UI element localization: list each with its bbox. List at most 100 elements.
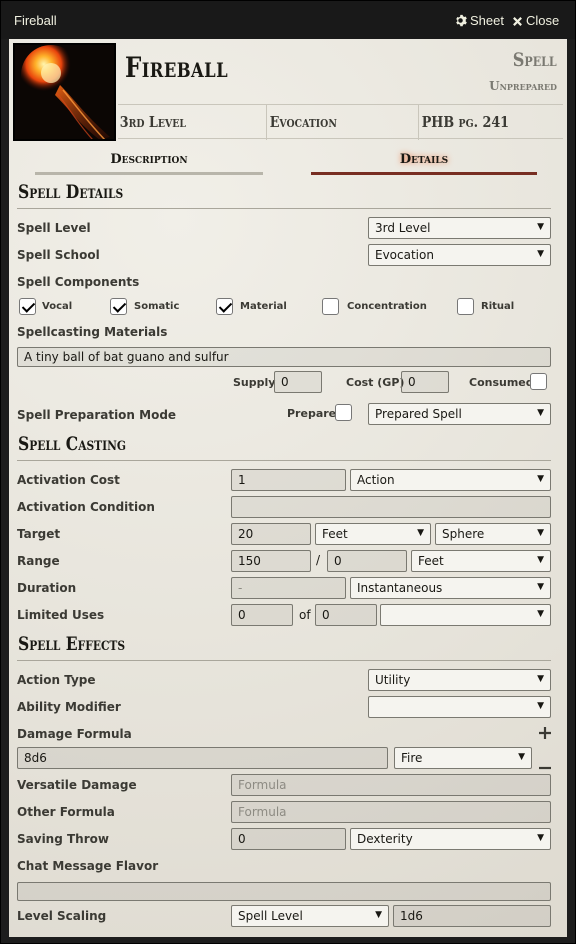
- fireball-image: [15, 45, 114, 139]
- item-portrait[interactable]: [13, 43, 116, 141]
- range-value-input[interactable]: 150: [231, 550, 311, 572]
- plus-icon: [539, 727, 551, 739]
- dropdown-arrow-icon: ▼: [537, 674, 544, 684]
- range-separator: /: [316, 553, 321, 567]
- uses-per-select[interactable]: ▼: [380, 604, 551, 626]
- damage-formula-input[interactable]: 8d6: [17, 747, 388, 769]
- sheet-content: Fireball Spell Unprepared 3rd Level Evoc…: [9, 39, 567, 937]
- activation-condition-input[interactable]: [231, 496, 551, 518]
- duration-value-input[interactable]: -: [231, 577, 346, 599]
- materials-input[interactable]: A tiny ball of bat guano and sulfur: [17, 347, 551, 367]
- dropdown-arrow-icon: ▼: [537, 249, 544, 259]
- dropdown-arrow-icon: ▼: [537, 408, 544, 418]
- spell-level-label: Spell Level: [17, 221, 91, 235]
- gear-icon: [456, 14, 467, 27]
- cost-label: Cost (GP): [346, 376, 405, 389]
- consumed-checkbox[interactable]: [530, 373, 547, 390]
- dropdown-arrow-icon: ▼: [537, 555, 544, 565]
- section-header-spell-details: Spell Details: [17, 181, 551, 209]
- target-units-select[interactable]: Feet ▼: [315, 523, 431, 545]
- saving-throw-ability-select[interactable]: Dexterity ▼: [350, 828, 551, 850]
- spell-school-select[interactable]: Evocation ▼: [368, 244, 551, 266]
- spellcasting-materials-label: Spellcasting Materials: [17, 325, 168, 339]
- close-button[interactable]: Close: [512, 13, 559, 28]
- dropdown-arrow-icon: ▼: [375, 910, 382, 920]
- spell-school-label: Spell School: [17, 248, 100, 262]
- preparation-mode-select[interactable]: Prepared Spell ▼: [368, 403, 551, 425]
- item-name[interactable]: Fireball: [125, 51, 228, 84]
- component-material-checkbox[interactable]: [216, 298, 233, 315]
- section-header-spell-casting: Spell Casting: [17, 433, 551, 461]
- activation-cost-label: Activation Cost: [17, 473, 120, 487]
- chat-flavor-label: Chat Message Flavor: [17, 859, 159, 873]
- summary-divider: [418, 105, 419, 140]
- level-scaling-formula-input[interactable]: 1d6: [393, 905, 551, 927]
- close-icon: [513, 17, 522, 26]
- tab-description[interactable]: Description: [35, 149, 263, 175]
- remove-damage-button[interactable]: [539, 757, 551, 775]
- component-somatic-checkbox[interactable]: [110, 298, 127, 315]
- target-label: Target: [17, 527, 61, 541]
- range-label: Range: [17, 554, 60, 568]
- activation-cost-input[interactable]: 1: [231, 469, 346, 491]
- prepared-checkbox[interactable]: [335, 404, 352, 421]
- action-type-select[interactable]: Utility ▼: [368, 669, 551, 691]
- summary-source[interactable]: PHB pg. 241: [420, 105, 539, 140]
- other-formula-input[interactable]: Formula: [231, 801, 551, 823]
- dropdown-arrow-icon: ▼: [537, 222, 544, 232]
- spell-level-select[interactable]: 3rd Level ▼: [368, 217, 551, 239]
- dropdown-arrow-icon: ▼: [417, 528, 424, 538]
- dropdown-arrow-icon: ▼: [537, 833, 544, 843]
- component-ritual-checkbox[interactable]: [457, 298, 474, 315]
- action-type-label: Action Type: [17, 673, 96, 687]
- preparation-mode-label: Spell Preparation Mode: [17, 408, 177, 422]
- uses-max-input[interactable]: 0: [315, 604, 377, 626]
- uses-of-label: of: [299, 608, 311, 622]
- component-concentration-label: Concentration: [347, 301, 427, 312]
- window-title: Fireball: [14, 13, 57, 28]
- sheet-tabs: Description Details: [35, 149, 545, 175]
- dropdown-arrow-icon: ▼: [537, 474, 544, 484]
- chat-flavor-input[interactable]: [17, 882, 551, 901]
- supply-input[interactable]: 0: [274, 371, 322, 393]
- damage-formula-label: Damage Formula: [17, 727, 132, 741]
- component-material-label: Material: [240, 301, 287, 312]
- summary-divider: [266, 105, 267, 140]
- add-damage-button[interactable]: [539, 726, 551, 744]
- dropdown-arrow-icon: ▼: [537, 528, 544, 538]
- sheet-config-button[interactable]: Sheet: [454, 13, 504, 28]
- range-long-input[interactable]: 0: [327, 550, 407, 572]
- damage-type-select[interactable]: Fire ▼: [394, 747, 532, 769]
- saving-throw-label: Saving Throw: [17, 832, 109, 846]
- activation-type-select[interactable]: Action ▼: [350, 469, 551, 491]
- dropdown-arrow-icon: ▼: [537, 609, 544, 619]
- level-scaling-label: Level Scaling: [17, 909, 107, 923]
- item-status: Unprepared: [489, 79, 557, 93]
- summary-level: 3rd Level: [119, 113, 186, 131]
- tab-details[interactable]: Details: [311, 149, 537, 175]
- saving-throw-dc-input[interactable]: 0: [231, 828, 346, 850]
- versatile-damage-label: Versatile Damage: [17, 778, 137, 792]
- spell-components-label: Spell Components: [17, 275, 140, 289]
- uses-value-input[interactable]: 0: [231, 604, 293, 626]
- duration-units-select[interactable]: Instantaneous ▼: [350, 577, 551, 599]
- sheet-label: Sheet: [470, 13, 504, 28]
- target-value-input[interactable]: 20: [231, 523, 311, 545]
- ability-modifier-select[interactable]: ▼: [368, 696, 551, 718]
- close-label: Close: [526, 13, 560, 28]
- component-somatic-label: Somatic: [134, 301, 180, 312]
- component-vocal-checkbox[interactable]: [19, 298, 36, 315]
- target-type-select[interactable]: Sphere ▼: [435, 523, 551, 545]
- level-scaling-mode-select[interactable]: Spell Level ▼: [231, 905, 389, 927]
- component-concentration-checkbox[interactable]: [322, 298, 339, 315]
- window-titlebar[interactable]: Fireball Sheet Close: [1, 1, 575, 39]
- duration-label: Duration: [17, 581, 77, 595]
- cost-input[interactable]: 0: [401, 371, 449, 393]
- component-vocal-label: Vocal: [42, 301, 73, 312]
- summary-school: Evocation: [269, 113, 337, 131]
- range-units-select[interactable]: Feet ▼: [411, 550, 551, 572]
- versatile-damage-input[interactable]: Formula: [231, 774, 551, 796]
- dropdown-arrow-icon: ▼: [537, 701, 544, 711]
- item-sheet-window: Fireball Sheet Close Fireball Spell Unpr…: [0, 0, 576, 944]
- limited-uses-label: Limited Uses: [17, 608, 105, 622]
